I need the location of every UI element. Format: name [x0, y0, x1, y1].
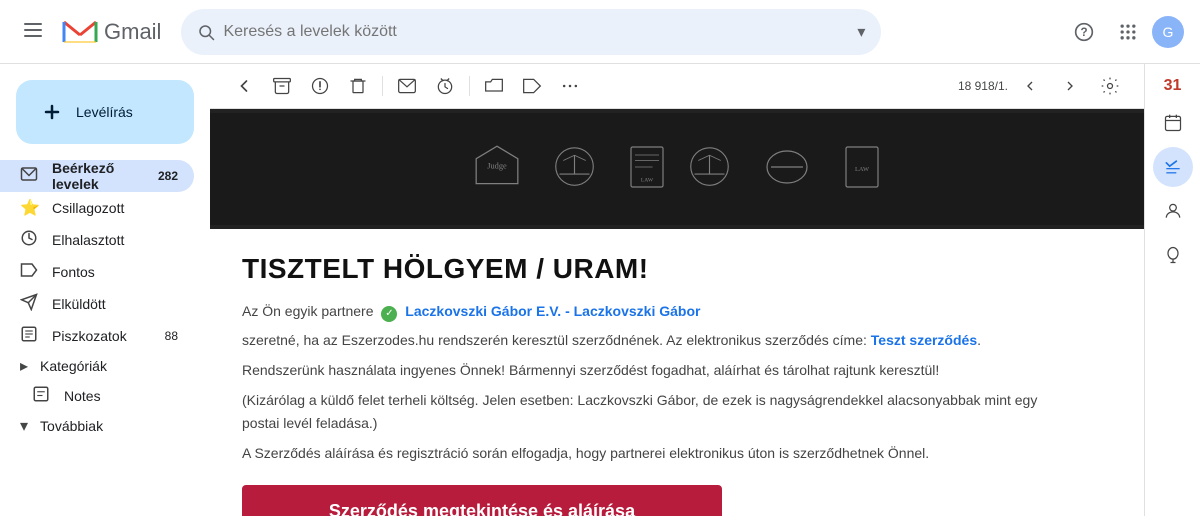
compose-icon — [36, 96, 68, 128]
search-chevron-icon[interactable]: ▾ — [857, 22, 865, 42]
sidebar-item-categories-label: Kategóriák — [40, 358, 107, 374]
keep-button[interactable] — [1153, 235, 1193, 275]
drafts-icon — [20, 325, 40, 348]
sidebar-item-important[interactable]: Fontos — [0, 256, 194, 288]
sidebar-item-starred-label: Csillagozott — [52, 200, 178, 216]
compose-label: Levélírás — [76, 104, 133, 120]
search-icon — [197, 23, 215, 41]
email-title: TISZTELT HÖLGYEM / URAM! — [242, 253, 1078, 285]
drafts-badge: 88 — [165, 329, 178, 343]
cta-button[interactable]: Szerződés megtekintése és aláírása — [242, 485, 722, 516]
email-area: 18 918/1. Judge — [210, 64, 1144, 516]
page-info: 18 918/1. — [958, 79, 1008, 93]
clock-icon — [20, 229, 40, 252]
expand-icon: ▸ — [20, 356, 28, 376]
snooze-button[interactable] — [427, 68, 463, 104]
sidebar-item-sent[interactable]: Elküldött — [0, 288, 194, 320]
apps-button[interactable] — [1108, 12, 1148, 52]
email-sender-prefix: szeretné, ha az Eszerzodes.hu rendszerén… — [242, 332, 871, 348]
next-email-button[interactable] — [1052, 68, 1088, 104]
delete-button[interactable] — [340, 68, 376, 104]
gmail-logo: Gmail — [62, 18, 161, 46]
email-body: TISZTELT HÖLGYEM / URAM! Az Ön egyik par… — [210, 229, 1110, 516]
notes-icon — [32, 385, 52, 408]
sidebar-item-inbox[interactable]: Beérkező levelek 282 — [0, 160, 194, 192]
sidebar-item-categories[interactable]: ▸ Kategóriák — [0, 352, 210, 380]
tasks-button[interactable] — [1153, 147, 1193, 187]
label-icon — [20, 261, 40, 284]
sent-icon — [20, 293, 40, 316]
verified-badge: ✓ — [381, 306, 397, 322]
settings-button[interactable] — [1092, 68, 1128, 104]
sidebar-item-notes[interactable]: Notes — [0, 380, 194, 412]
sidebar-item-more[interactable]: ▾ Továbbiak — [0, 412, 210, 440]
email-header-image: Judge LAW — [210, 109, 1144, 229]
inbox-badge: 282 — [158, 169, 178, 183]
email-toolbar: 18 918/1. — [210, 64, 1144, 109]
label-button[interactable] — [514, 68, 550, 104]
svg-text:Judge: Judge — [487, 161, 507, 170]
sidebar-item-notes-label: Notes — [64, 388, 178, 404]
email-body-intro: szeretné, ha az Eszerzodes.hu rendszerén… — [242, 330, 1078, 351]
prev-email-button[interactable] — [1012, 68, 1048, 104]
mark-unread-button[interactable] — [389, 68, 425, 104]
email-intro-para: Az Ön egyik partnere ✓ Laczkovszki Gábor… — [242, 301, 1078, 322]
inbox-icon — [20, 165, 40, 188]
help-button[interactable]: ? — [1064, 12, 1104, 52]
toolbar-divider-1 — [382, 76, 383, 96]
sidebar-item-sent-label: Elküldött — [52, 296, 178, 312]
sidebar-item-snoozed-label: Elhalasztott — [52, 232, 178, 248]
email-content: Judge LAW — [210, 109, 1144, 516]
email-para3: A Szerződés aláírása és regisztráció sor… — [242, 442, 1078, 464]
archive-button[interactable] — [264, 68, 300, 104]
search-bar[interactable]: ▾ — [181, 9, 881, 55]
svg-text:LAW: LAW — [641, 177, 654, 183]
sidebar-item-drafts[interactable]: Piszkozatok 88 — [0, 320, 194, 352]
sidebar-item-starred[interactable]: ⭐ Csillagozott — [0, 192, 194, 224]
compose-button[interactable]: Levélírás — [16, 80, 194, 144]
email-para2: (Kizárólag a küldő felet terheli költség… — [242, 389, 1078, 434]
sidebar-item-more-label: Továbbiak — [40, 418, 103, 434]
hamburger-icon[interactable] — [16, 12, 50, 51]
gmail-wordmark: Gmail — [104, 19, 161, 45]
chevron-down-icon: ▾ — [20, 416, 28, 436]
back-button[interactable] — [226, 68, 262, 104]
calendar-date: 31 — [1162, 72, 1184, 99]
star-icon: ⭐ — [20, 198, 40, 218]
svg-text:LAW: LAW — [855, 166, 870, 173]
contract-name-link[interactable]: Teszt szerződés — [871, 332, 977, 348]
sender-link[interactable]: Laczkovszki Gábor E.V. - Laczkovszki Gáb… — [405, 303, 700, 319]
sidebar-item-inbox-label: Beérkező levelek — [52, 160, 158, 192]
toolbar-divider-2 — [469, 76, 470, 96]
sidebar-item-snoozed[interactable]: Elhalasztott — [0, 224, 194, 256]
email-intro-text: Az Ön egyik partnere — [242, 303, 374, 319]
right-sidebar: 31 — [1144, 64, 1200, 516]
calendar-button[interactable] — [1153, 103, 1193, 143]
more-button[interactable] — [552, 68, 588, 104]
sidebar: Levélírás Beérkező levelek 282 ⭐ Csillag… — [0, 64, 210, 516]
search-input[interactable] — [223, 23, 849, 41]
sidebar-item-drafts-label: Piszkozatok — [52, 328, 165, 344]
move-button[interactable] — [476, 68, 512, 104]
spam-button[interactable] — [302, 68, 338, 104]
contacts-button[interactable] — [1153, 191, 1193, 231]
sidebar-item-important-label: Fontos — [52, 264, 178, 280]
avatar[interactable]: G — [1152, 16, 1184, 48]
svg-text:?: ? — [1080, 26, 1087, 39]
email-para1: Rendszerünk használata ingyenes Önnek! B… — [242, 359, 1078, 381]
